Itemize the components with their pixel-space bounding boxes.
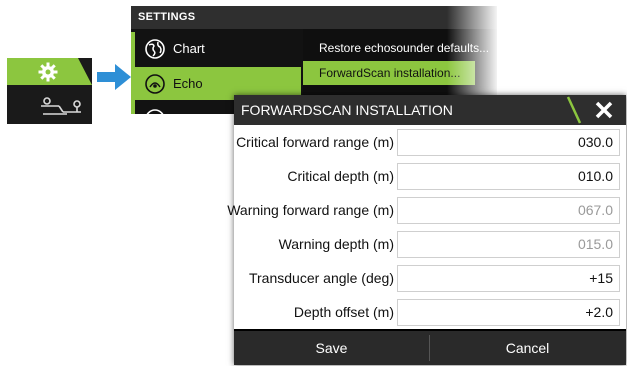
menu-item-chart[interactable]: Chart — [135, 32, 301, 65]
warning-depth-field[interactable]: 015.0 — [397, 231, 620, 258]
globe-icon — [145, 39, 165, 59]
field-row-warning-depth: Warning depth (m) 015.0 — [234, 228, 626, 261]
settings-tile[interactable] — [7, 58, 92, 124]
field-label: Depth offset (m) — [293, 304, 394, 320]
dialog-header: FORWARDSCAN INSTALLATION — [234, 95, 626, 125]
boat-icon — [41, 97, 81, 115]
arrow-right-icon — [97, 64, 131, 90]
dialog-body: Critical forward range (m) 030.0 Critica… — [227, 125, 626, 329]
critical-depth-field[interactable]: 010.0 — [397, 163, 620, 190]
warning-forward-range-field[interactable]: 067.0 — [397, 197, 620, 224]
settings-tile-header — [7, 58, 92, 85]
field-row-warning-forward-range: Warning forward range (m) 067.0 — [227, 194, 626, 227]
save-button[interactable]: Save — [234, 331, 429, 365]
field-row-critical-forward-range: Critical forward range (m) 030.0 — [234, 126, 626, 159]
close-button[interactable] — [584, 95, 624, 125]
transducer-angle-field[interactable]: +15 — [397, 265, 620, 292]
field-row-critical-depth: Critical depth (m) 010.0 — [234, 160, 626, 193]
field-label: Warning depth (m) — [278, 236, 394, 252]
menu-item-label: Chart — [173, 41, 205, 56]
field-label: Critical depth (m) — [287, 168, 394, 184]
forwardscan-installation-dialog: FORWARDSCAN INSTALLATION Critical forwar… — [227, 95, 626, 365]
depth-offset-field[interactable]: +2.0 — [397, 299, 620, 326]
critical-forward-range-field[interactable]: 030.0 — [397, 129, 620, 156]
dialog-title: FORWARDSCAN INSTALLATION — [241, 102, 453, 118]
tile-notch — [78, 58, 92, 85]
accent-slash — [566, 96, 582, 124]
field-row-transducer-angle: Transducer angle (deg) +15 — [234, 262, 626, 295]
cancel-button[interactable]: Cancel — [430, 331, 625, 365]
dialog-footer: Save Cancel — [234, 331, 626, 365]
field-label: Critical forward range (m) — [236, 134, 394, 150]
field-row-depth-offset: Depth offset (m) +2.0 — [234, 296, 626, 329]
gear-icon — [38, 62, 58, 82]
menu-icon-partial — [146, 109, 164, 114]
close-icon — [595, 101, 613, 119]
menu-item-label: Echo — [173, 76, 203, 91]
field-label: Transducer angle (deg) — [248, 270, 394, 286]
settings-header: SETTINGS — [131, 6, 497, 29]
field-label: Warning forward range (m) — [227, 202, 394, 218]
echo-icon — [145, 74, 165, 94]
